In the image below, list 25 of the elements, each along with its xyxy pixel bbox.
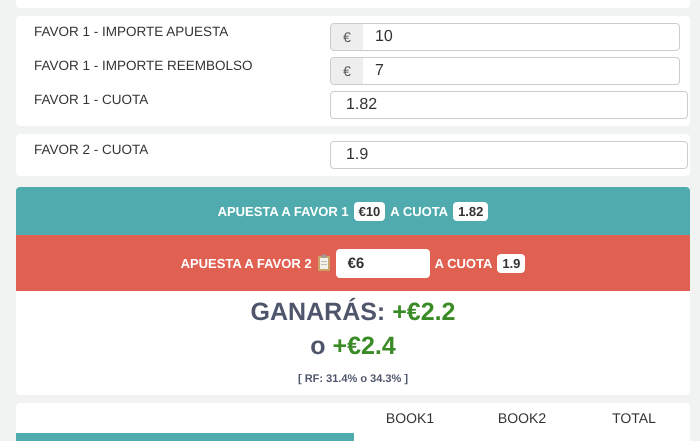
bet-label: APUESTA A FAVOR 1 <box>218 204 349 218</box>
odds-badge: 1.9 <box>497 254 526 272</box>
odds-label: A CUOTA <box>434 256 492 270</box>
column-header: BOOK1 <box>384 410 436 426</box>
amount-badge: €10 <box>354 202 386 220</box>
rating-text: [ RF: 31.4% o 34.3% ] <box>296 373 410 385</box>
profit-value: +€2.2 <box>392 298 456 326</box>
amount-input[interactable]: €6 <box>336 248 430 278</box>
bet-label: APUESTA A FAVOR 2 <box>180 256 312 270</box>
odds-badge: 1.82 <box>453 202 488 220</box>
profit-value: +€2.4 <box>332 332 396 360</box>
input-field[interactable]: € 7 <box>330 57 680 85</box>
input-field[interactable]: 1.9 <box>330 141 688 169</box>
field-label: FAVOR 1 - IMPORTE REEMBOLSO <box>33 57 254 73</box>
odds-label: A CUOTA <box>390 204 448 218</box>
input-field[interactable]: 1.82 <box>330 91 688 119</box>
profit-label: GANARÁS: <box>250 298 386 326</box>
column-header: TOTAL <box>611 410 657 426</box>
column-header: BOOK2 <box>496 410 548 426</box>
connector-text: o <box>310 332 326 360</box>
field-label: FAVOR 1 - IMPORTE APUESTA <box>33 23 230 39</box>
clipboard-icon[interactable] <box>316 254 331 272</box>
input-field[interactable]: € 10 <box>330 23 680 51</box>
field-label: FAVOR 1 - CUOTA <box>33 91 150 107</box>
field-label: FAVOR 2 - CUOTA <box>33 141 150 157</box>
